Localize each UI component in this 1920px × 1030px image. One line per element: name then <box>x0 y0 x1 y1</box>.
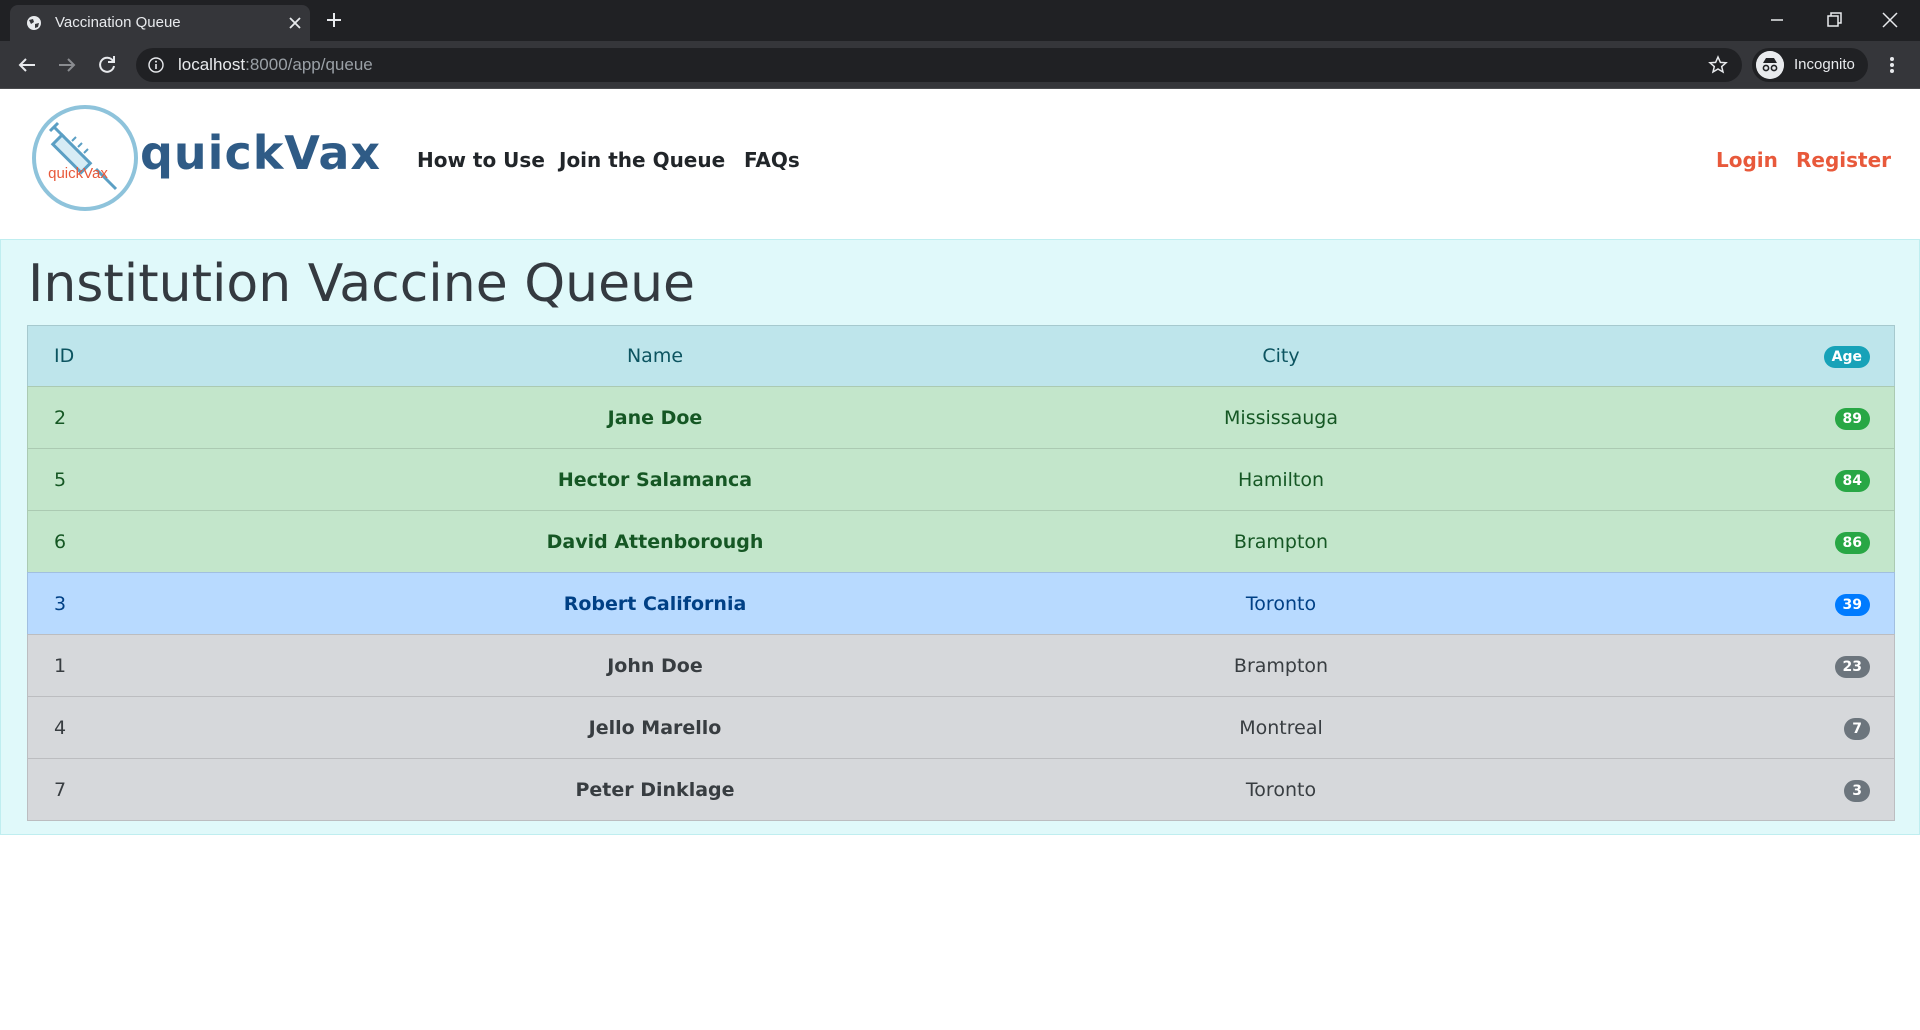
row-name: Hector Salamanca <box>557 468 753 491</box>
row-city: Mississauga <box>1224 406 1338 429</box>
restore-icon[interactable] <box>1822 8 1846 32</box>
age-badge: 3 <box>1844 779 1870 802</box>
info-icon[interactable] <box>148 57 164 73</box>
row-id: 4 <box>54 716 67 739</box>
table-row: 3 Robert California Toronto 39 <box>27 572 1895 635</box>
table-row: 1 John Doe Brampton 23 <box>27 634 1895 697</box>
queue-table: ID Name City Age 2 Jane Doe Mississauga … <box>27 325 1895 821</box>
table-row: 4 Jello Marello Montreal 7 <box>27 696 1895 759</box>
url-text[interactable]: localhost:8000/app/queue <box>178 55 373 75</box>
register-link[interactable]: Register <box>1796 148 1891 172</box>
brand-name[interactable]: quickVax <box>140 126 381 180</box>
row-name: John Doe <box>607 654 703 677</box>
age-badge: 84 <box>1834 469 1870 492</box>
row-city: Brampton <box>1233 654 1329 677</box>
column-header-city: City <box>1262 345 1300 367</box>
row-id: 5 <box>54 468 67 491</box>
address-bar[interactable]: localhost:8000/app/queue <box>136 48 1742 82</box>
window-close-icon[interactable] <box>1878 8 1902 32</box>
age-badge: 23 <box>1834 655 1870 678</box>
new-tab-icon[interactable] <box>324 10 344 30</box>
logo[interactable]: quickVax <box>32 105 138 211</box>
age-badge: 86 <box>1834 531 1870 554</box>
row-name: David Attenborough <box>546 530 764 553</box>
age-badge: 39 <box>1834 593 1870 616</box>
queue-panel: Institution Vaccine Queue ID Name City A… <box>0 239 1920 835</box>
globe-icon <box>27 16 41 30</box>
row-city: Hamilton <box>1237 468 1325 491</box>
row-id: 6 <box>54 530 67 553</box>
row-name: Jello Marello <box>588 716 722 739</box>
browser-tab[interactable]: Vaccination Queue <box>10 5 310 41</box>
table-row: 7 Peter Dinklage Toronto 3 <box>27 758 1895 821</box>
row-name: Jane Doe <box>607 406 703 429</box>
incognito-label: Incognito <box>1794 56 1855 73</box>
minimize-icon[interactable] <box>1765 8 1789 32</box>
table-header-row: ID Name City Age <box>27 325 1895 387</box>
incognito-icon <box>1756 51 1784 79</box>
row-id: 2 <box>54 406 67 429</box>
age-badge: 89 <box>1834 407 1870 430</box>
row-name: Robert California <box>563 592 747 615</box>
row-id: 7 <box>54 778 67 801</box>
page-title: Institution Vaccine Queue <box>28 254 696 314</box>
nav-how-to-use[interactable]: How to Use <box>417 148 545 172</box>
row-id: 3 <box>54 592 67 615</box>
row-id: 1 <box>54 654 67 677</box>
browser-toolbar: localhost:8000/app/queue Incognito <box>0 41 1920 89</box>
table-row: 6 David Attenborough Brampton 86 <box>27 510 1895 573</box>
table-row: 5 Hector Salamanca Hamilton 84 <box>27 448 1895 511</box>
row-city: Toronto <box>1245 592 1317 615</box>
forward-icon[interactable] <box>55 53 79 77</box>
nav-faqs[interactable]: FAQs <box>744 148 800 172</box>
row-city: Montreal <box>1239 716 1323 739</box>
svg-text:quickVax: quickVax <box>48 165 108 182</box>
incognito-indicator[interactable]: Incognito <box>1752 48 1868 82</box>
browser-tab-bar: Vaccination Queue <box>0 0 1920 41</box>
back-icon[interactable] <box>15 53 39 77</box>
login-link[interactable]: Login <box>1716 148 1778 172</box>
close-icon[interactable] <box>286 14 304 32</box>
column-header-id: ID <box>54 345 75 367</box>
column-header-name: Name <box>626 345 684 367</box>
nav-join-the-queue[interactable]: Join the Queue <box>559 148 725 172</box>
column-header-age-badge: Age <box>1823 346 1870 368</box>
kebab-menu-icon[interactable] <box>1884 53 1900 77</box>
age-badge: 7 <box>1844 717 1870 740</box>
reload-icon[interactable] <box>95 53 119 77</box>
table-row: 2 Jane Doe Mississauga 89 <box>27 386 1895 449</box>
bookmark-star-icon[interactable] <box>1708 55 1728 75</box>
tab-title: Vaccination Queue <box>55 14 181 31</box>
site-navbar: quickVax quickVax How to Use Join the Qu… <box>0 90 1920 238</box>
row-name: Peter Dinklage <box>575 778 735 801</box>
row-city: Brampton <box>1233 530 1329 553</box>
row-city: Toronto <box>1245 778 1317 801</box>
